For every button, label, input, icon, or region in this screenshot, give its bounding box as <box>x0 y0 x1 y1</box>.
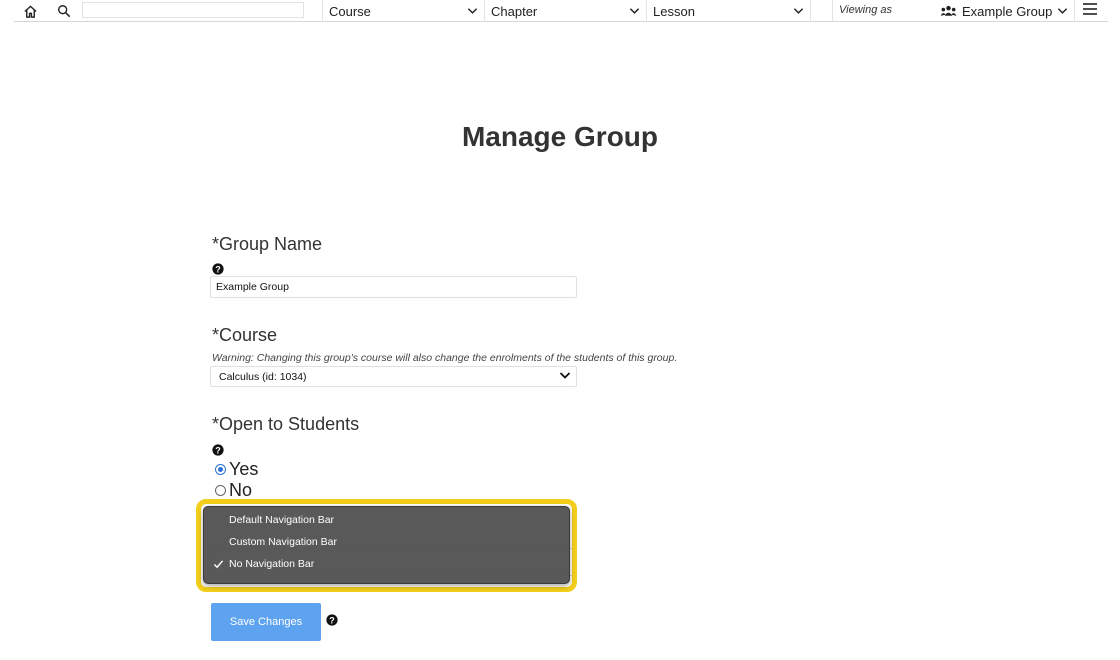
viewing-group-label: Example Group <box>962 3 1053 19</box>
course-select-label: Course <box>329 3 371 19</box>
radio-option-no[interactable]: No <box>215 480 252 501</box>
chapter-select-label: Chapter <box>491 3 538 19</box>
viewing-group-select[interactable]: Example Group <box>940 0 1068 22</box>
svg-text:?: ? <box>215 264 221 274</box>
course-select[interactable]: Calculus (id: 1034) <box>210 366 577 387</box>
course-warning-text: Warning: Changing this group's course wi… <box>212 352 678 364</box>
radio-option-yes[interactable]: Yes <box>215 459 258 480</box>
dropdown-option-custom-navigation-bar[interactable]: Custom Navigation Bar <box>204 531 569 553</box>
chevron-down-icon <box>1058 8 1068 14</box>
open-to-students-label: *Open to Students <box>212 414 360 434</box>
radio-button-yes[interactable] <box>215 464 226 475</box>
group-name-input[interactable] <box>210 276 577 298</box>
search-icon[interactable] <box>55 2 73 20</box>
group-name-label: *Group Name <box>212 234 323 254</box>
dropdown-option-no-navigation-bar[interactable]: No Navigation Bar <box>204 553 569 575</box>
radio-label-no: No <box>229 480 253 500</box>
chevron-down-icon <box>793 8 804 14</box>
viewing-as-label: Viewing as <box>839 4 892 16</box>
course-select-value: Calculus (id: 1034) <box>219 371 307 383</box>
divider <box>832 0 833 22</box>
chevron-down-icon <box>559 372 571 379</box>
chevron-down-icon <box>629 8 640 14</box>
hamburger-menu-icon[interactable] <box>1082 2 1102 20</box>
lesson-select[interactable]: Lesson <box>647 0 810 22</box>
course-label: *Course <box>212 325 278 345</box>
dropdown-option-label: Default Navigation Bar <box>229 514 335 526</box>
top-navigation-bar: Course Chapter Lesson Viewing as Example… <box>14 0 1108 22</box>
help-icon[interactable]: ? <box>212 444 224 456</box>
radio-button-no[interactable] <box>215 485 226 496</box>
dropdown-option-default-navigation-bar[interactable]: Default Navigation Bar <box>204 509 569 531</box>
course-select[interactable]: Course <box>323 0 484 22</box>
group-users-icon <box>940 5 957 16</box>
chapter-select[interactable]: Chapter <box>485 0 646 22</box>
dropdown-option-label: No Navigation Bar <box>229 558 315 570</box>
dropdown-option-label: Custom Navigation Bar <box>229 536 337 548</box>
svg-text:?: ? <box>329 615 335 625</box>
help-icon[interactable]: ? <box>212 263 224 275</box>
lesson-select-label: Lesson <box>653 3 695 19</box>
navigation-bar-dropdown-menu: Default Navigation Bar Custom Navigation… <box>203 506 570 584</box>
search-input[interactable] <box>82 2 304 18</box>
divider <box>810 0 811 22</box>
chevron-down-icon <box>467 8 478 14</box>
page-title: Manage Group <box>461 121 658 152</box>
home-icon[interactable] <box>21 2 39 20</box>
radio-label-yes: Yes <box>229 459 259 479</box>
checkmark-icon <box>213 560 224 569</box>
save-changes-button[interactable]: Save Changes <box>211 603 321 641</box>
divider <box>1074 0 1075 22</box>
help-icon[interactable]: ? <box>326 614 338 626</box>
svg-text:?: ? <box>215 445 221 455</box>
